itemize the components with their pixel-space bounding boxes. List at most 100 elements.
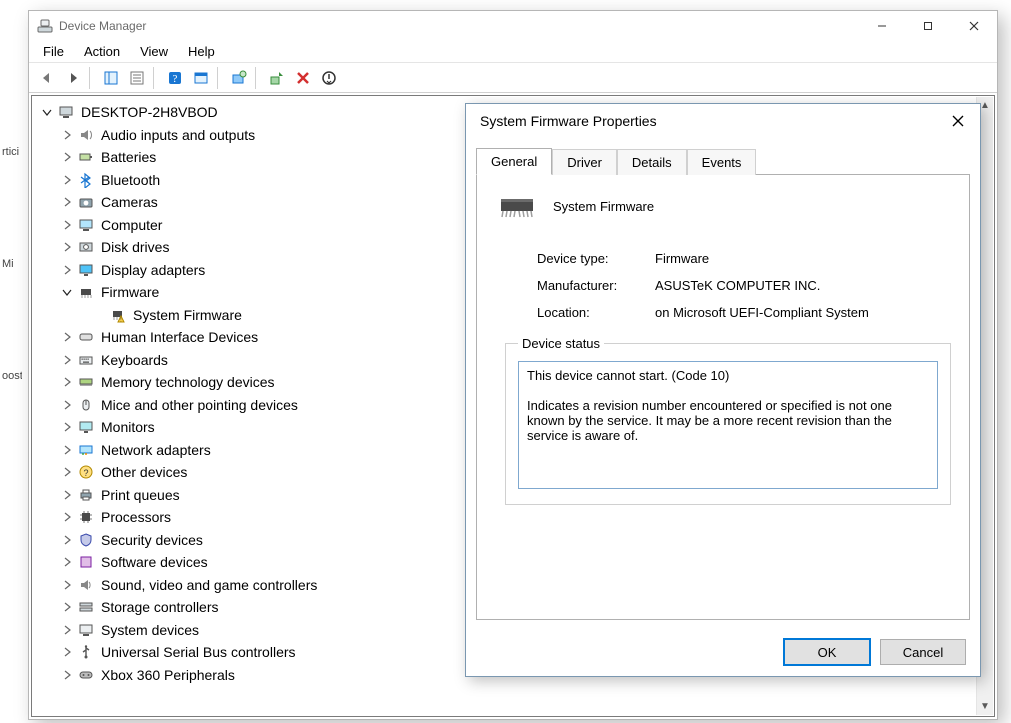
software-icon — [77, 553, 95, 571]
svg-text:?: ? — [83, 468, 88, 478]
tb-action[interactable] — [189, 66, 213, 90]
titlebar[interactable]: Device Manager — [29, 11, 997, 41]
menu-view[interactable]: View — [130, 41, 178, 62]
chevron-icon[interactable] — [61, 264, 73, 276]
firmware-warn-icon: ! — [109, 306, 127, 324]
device-status-legend: Device status — [518, 336, 604, 351]
tb-sep — [153, 67, 159, 89]
content-pane: DESKTOP-2H8VBODAudio inputs and outputsB… — [31, 95, 995, 717]
tree-node-label: Memory technology devices — [99, 374, 275, 390]
device-type-label: Device type: — [537, 251, 655, 266]
menu-action[interactable]: Action — [74, 41, 130, 62]
tab-events[interactable]: Events — [687, 149, 757, 175]
tab-driver[interactable]: Driver — [552, 149, 617, 175]
tree-node-label: Processors — [99, 509, 171, 525]
chevron-icon[interactable] — [61, 151, 73, 163]
chevron-icon[interactable] — [61, 601, 73, 613]
tree-node-label: Monitors — [99, 419, 155, 435]
tab-details[interactable]: Details — [617, 149, 687, 175]
chevron-icon[interactable] — [61, 579, 73, 591]
chevron-icon[interactable] — [61, 129, 73, 141]
chevron-icon[interactable] — [61, 556, 73, 568]
chevron-icon[interactable] — [61, 174, 73, 186]
close-button[interactable] — [951, 11, 997, 41]
tb-console-tree[interactable] — [99, 66, 123, 90]
tree-node-label: Cameras — [99, 194, 158, 210]
tb-forward[interactable] — [61, 66, 85, 90]
bluetooth-icon — [77, 171, 95, 189]
tree-node-label: Audio inputs and outputs — [99, 127, 255, 143]
device-name: System Firmware — [553, 199, 654, 214]
tree-node-label: Display adapters — [99, 262, 205, 278]
tb-help[interactable]: ? — [163, 66, 187, 90]
chevron-icon[interactable] — [61, 286, 73, 298]
sound-icon — [77, 576, 95, 594]
chevron-icon[interactable] — [61, 376, 73, 388]
chevron-icon[interactable] — [61, 534, 73, 546]
chevron-icon[interactable] — [61, 511, 73, 523]
tb-enable[interactable] — [317, 66, 341, 90]
device-status-text[interactable] — [518, 361, 938, 489]
tb-update-driver[interactable] — [265, 66, 289, 90]
chevron-icon[interactable] — [61, 669, 73, 681]
chevron-icon[interactable] — [61, 399, 73, 411]
device-manager-window: Device Manager File Action View Help ? — [28, 10, 998, 720]
ok-button[interactable]: OK — [784, 639, 870, 665]
mouse-icon — [77, 396, 95, 414]
location-value: on Microsoft UEFI-Compliant System — [655, 305, 951, 320]
chevron-icon[interactable] — [61, 354, 73, 366]
chevron-icon[interactable] — [61, 489, 73, 501]
menu-file[interactable]: File — [33, 41, 74, 62]
tab-body-general: System Firmware Device type: Firmware Ma… — [476, 174, 970, 620]
menu-help[interactable]: Help — [178, 41, 225, 62]
tb-back[interactable] — [35, 66, 59, 90]
tree-node-label: System Firmware — [131, 307, 242, 323]
computer-icon — [77, 216, 95, 234]
chevron-icon[interactable] — [61, 241, 73, 253]
chevron-icon[interactable] — [41, 106, 53, 118]
tb-scan-hardware[interactable] — [227, 66, 251, 90]
network-icon — [77, 441, 95, 459]
tree-node-label: Computer — [99, 217, 162, 233]
other-icon: ? — [77, 463, 95, 481]
computer_root-icon — [57, 103, 75, 121]
tab-general[interactable]: General — [476, 148, 552, 175]
chevron-icon[interactable] — [61, 219, 73, 231]
tb-properties[interactable] — [125, 66, 149, 90]
dialog-titlebar[interactable]: System Firmware Properties — [466, 104, 980, 138]
chevron-icon[interactable] — [61, 331, 73, 343]
hid-icon — [77, 328, 95, 346]
tb-uninstall[interactable] — [291, 66, 315, 90]
tree-node-label: Software devices — [99, 554, 208, 570]
properties-dialog: System Firmware Properties General Drive… — [465, 103, 981, 677]
chevron-icon[interactable] — [61, 466, 73, 478]
toolbar: ? — [29, 63, 997, 93]
chevron-icon[interactable] — [61, 196, 73, 208]
display-icon — [77, 261, 95, 279]
battery-icon — [77, 148, 95, 166]
cpu-icon — [77, 508, 95, 526]
tb-sep — [255, 67, 261, 89]
cancel-button[interactable]: Cancel — [880, 639, 966, 665]
keyboard-icon — [77, 351, 95, 369]
scroll-down-arrow[interactable]: ▼ — [979, 700, 992, 713]
dialog-close-button[interactable] — [944, 107, 972, 135]
device-manager-icon — [37, 18, 53, 34]
minimize-button[interactable] — [859, 11, 905, 41]
location-label: Location: — [537, 305, 655, 320]
maximize-button[interactable] — [905, 11, 951, 41]
svg-text:!: ! — [120, 317, 121, 323]
device-type-value: Firmware — [655, 251, 951, 266]
chevron-icon[interactable] — [61, 646, 73, 658]
tree-node-label: Network adapters — [99, 442, 211, 458]
tree-node-label: Universal Serial Bus controllers — [99, 644, 296, 660]
firmware-icon — [77, 283, 95, 301]
tree-node-label: Print queues — [99, 487, 180, 503]
chevron-icon[interactable] — [61, 624, 73, 636]
dialog-title: System Firmware Properties — [474, 113, 944, 129]
tab-strip: General Driver Details Events — [466, 144, 980, 174]
chevron-icon[interactable] — [61, 421, 73, 433]
tree-node-label: Sound, video and game controllers — [99, 577, 317, 593]
printer-icon — [77, 486, 95, 504]
chevron-icon[interactable] — [61, 444, 73, 456]
